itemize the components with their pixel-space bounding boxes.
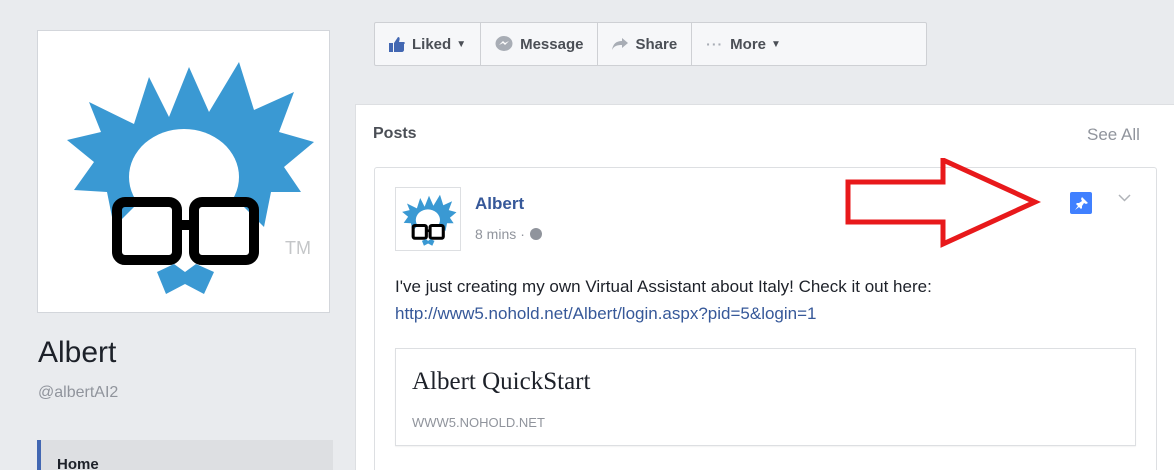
see-all-link[interactable]: See All — [1087, 125, 1140, 145]
more-label: More — [730, 35, 767, 53]
share-button[interactable]: Share — [598, 23, 693, 65]
post-text: I've just creating my own Virtual Assist… — [395, 277, 932, 296]
meta-separator: · — [520, 226, 525, 242]
thumbs-up-icon — [389, 36, 405, 52]
post-link[interactable]: http://www5.nohold.net/Albert/login.aspx… — [395, 304, 817, 323]
more-button[interactable]: ··· More ▼ — [692, 23, 795, 65]
share-arrow-icon — [612, 38, 629, 50]
trademark-label: TM — [285, 238, 311, 258]
page-title: Albert — [38, 336, 117, 369]
annotation-arrow-icon — [845, 158, 1042, 248]
globe-icon[interactable] — [529, 228, 542, 240]
page-action-bar: Liked ▼ Message Share ··· More ▼ — [374, 22, 927, 66]
sidebar-item-label: Home — [57, 456, 99, 470]
liked-label: Liked — [412, 35, 452, 53]
posts-heading: Posts — [373, 125, 417, 142]
liked-button[interactable]: Liked ▼ — [375, 23, 482, 65]
post-author-avatar[interactable] — [395, 187, 461, 251]
link-preview-card[interactable]: Albert QuickStart WWW5.NOHOLD.NET — [395, 348, 1136, 446]
messenger-icon — [495, 36, 513, 52]
message-button[interactable]: Message — [481, 23, 599, 65]
post-options-chevron-icon[interactable] — [1118, 190, 1131, 205]
link-preview-domain: WWW5.NOHOLD.NET — [412, 415, 545, 430]
albert-mascot-logo — [67, 62, 314, 294]
share-label: Share — [635, 35, 678, 53]
profile-picture-card[interactable]: TM — [37, 30, 330, 313]
post-meta: 8 mins · — [475, 226, 542, 242]
message-label: Message — [520, 35, 584, 53]
post-body: I've just creating my own Virtual Assist… — [395, 273, 1145, 327]
post-author-name[interactable]: Albert — [475, 194, 524, 214]
link-preview-title: Albert QuickStart — [412, 368, 591, 395]
pinned-post-icon[interactable] — [1070, 192, 1092, 214]
albert-mascot-logo — [402, 194, 457, 246]
chevron-down-icon: ▼ — [456, 38, 467, 50]
sidebar-item-home[interactable]: Home — [37, 440, 333, 470]
page-handle[interactable]: @albertAI2 — [38, 384, 118, 402]
chevron-down-icon: ▼ — [771, 38, 781, 50]
ellipsis-icon: ··· — [706, 36, 724, 52]
post-timestamp[interactable]: 8 mins — [475, 226, 516, 242]
